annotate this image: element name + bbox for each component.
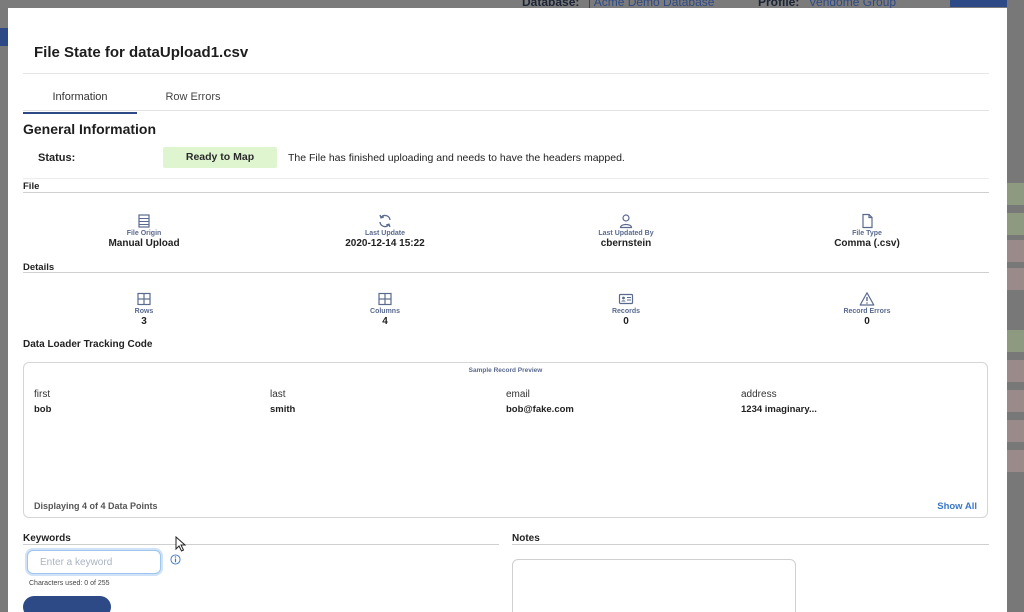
preview-column: last smith [270, 389, 500, 415]
preview-column: address 1234 imaginary... [741, 389, 971, 415]
stat-value: 4 [382, 316, 388, 327]
preview-cell: 1234 imaginary... [741, 404, 817, 415]
status-divider [23, 178, 989, 179]
background-row [1007, 420, 1024, 442]
status-label: Status: [38, 152, 76, 164]
stat-label: File Origin [126, 230, 162, 237]
stat-columns: Columns 4 [315, 291, 455, 328]
status-badge: Ready to Map [163, 147, 277, 168]
keywords-heading: Keywords [23, 533, 71, 544]
preview-column-header: address [741, 389, 777, 400]
stat-label: File Type [852, 230, 882, 237]
background-row [1007, 213, 1024, 235]
stat-label: Last Updated By [598, 230, 654, 237]
tabs-divider [23, 110, 989, 111]
background-row [1007, 390, 1024, 412]
stat-value: 3 [141, 316, 147, 327]
file-icon [862, 213, 873, 229]
stat-value: 2020-12-14 15:22 [345, 238, 425, 249]
preview-column: email bob@fake.com [506, 389, 736, 415]
notes-heading: Notes [512, 533, 540, 544]
stat-value: Comma (.csv) [834, 238, 900, 249]
background-row [1007, 240, 1024, 262]
background-row [1007, 183, 1024, 205]
background-row [1007, 450, 1024, 472]
preview-column-header: last [270, 389, 286, 400]
stat-last-updated-by: Last Updated By cbernstein [556, 213, 696, 250]
stat-value: 0 [864, 316, 870, 327]
grid-icon [137, 292, 151, 306]
preview-column-header: email [506, 389, 530, 400]
preview-footer: Displaying 4 of 4 Data Points [34, 501, 158, 511]
background-row [1007, 268, 1024, 290]
title-divider [23, 73, 989, 74]
stat-label: Record Errors [843, 308, 891, 315]
details-section-divider [23, 272, 989, 273]
user-icon [619, 214, 633, 229]
stat-value: 0 [623, 316, 629, 327]
keyword-input[interactable] [27, 550, 161, 574]
stat-records: Records 0 [556, 291, 696, 328]
preview-title: Sample Record Preview [468, 367, 543, 374]
file-section-label: File [23, 181, 40, 192]
preview-cell: bob@fake.com [506, 404, 574, 415]
characters-used: Characters used: 0 of 255 [29, 580, 110, 587]
preview-column: first bob [34, 389, 264, 415]
tracking-code-heading: Data Loader Tracking Code [23, 339, 153, 350]
stat-label: Columns [370, 308, 400, 315]
keywords-divider [23, 544, 499, 545]
status-description: The File has finished uploading and need… [288, 152, 625, 164]
stat-file-origin: File Origin Manual Upload [74, 213, 214, 250]
file-section-divider [23, 192, 989, 193]
preview-cell: bob [34, 404, 52, 415]
stat-label: Last Update [364, 230, 406, 237]
stat-value: Manual Upload [108, 238, 180, 249]
notes-textarea[interactable] [512, 559, 796, 612]
notes-divider [512, 544, 989, 545]
background-right-strip [1007, 0, 1024, 612]
add-keyword-button[interactable] [23, 596, 111, 612]
grid-icon [378, 292, 392, 306]
stat-record-errors: Record Errors 0 [797, 291, 937, 328]
preview-column-header: first [34, 389, 51, 400]
refresh-icon [379, 214, 391, 228]
background-row [1007, 330, 1024, 352]
stat-label: Records [611, 308, 640, 315]
id-card-icon [618, 293, 634, 305]
file-state-modal: File State for dataUpload1.csv Informati… [8, 8, 1007, 612]
background-left-nav [0, 28, 8, 46]
modal-title: File State for dataUpload1.csv [34, 44, 249, 61]
stat-file-type: File Type Comma (.csv) [797, 213, 937, 250]
sample-record-preview: Sample Record Preview first bob last smi… [23, 362, 988, 518]
stat-value: cbernstein [600, 238, 652, 249]
general-information-heading: General Information [23, 121, 157, 137]
info-icon[interactable] [170, 554, 181, 565]
file-origin-icon [138, 214, 150, 228]
preview-cell: smith [270, 404, 296, 415]
warning-icon [859, 292, 875, 306]
stat-rows: Rows 3 [74, 291, 214, 328]
stat-last-update: Last Update 2020-12-14 15:22 [315, 213, 455, 250]
background-row [1007, 360, 1024, 382]
mouse-cursor-icon [175, 536, 187, 552]
show-all-link[interactable]: Show All [937, 501, 977, 512]
stat-label: Rows [134, 308, 154, 315]
